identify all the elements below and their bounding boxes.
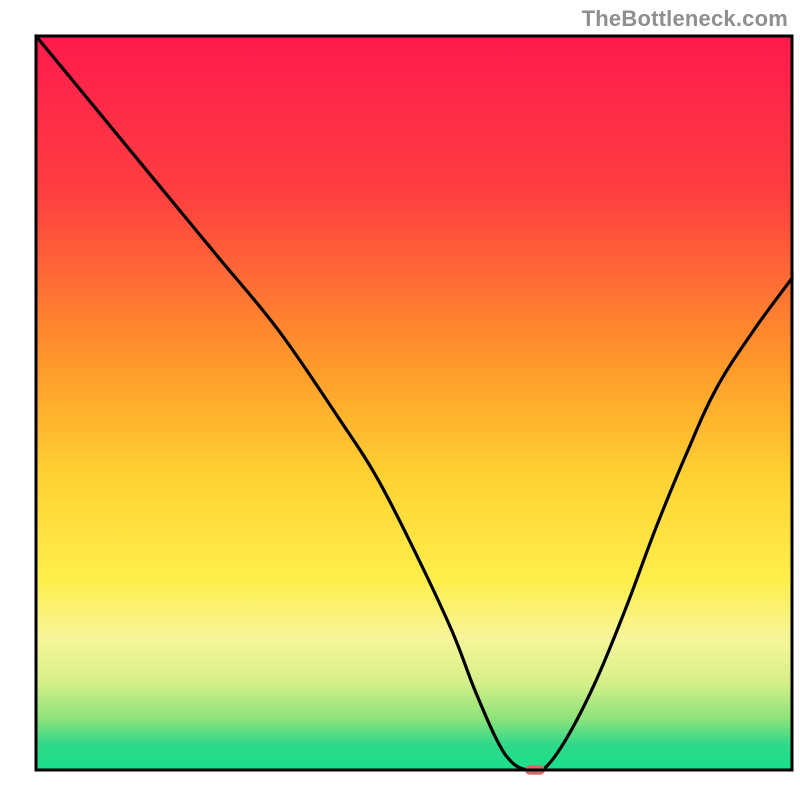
bottleneck-chart	[0, 0, 800, 800]
chart-container: TheBottleneck.com	[0, 0, 800, 800]
chart-background	[36, 36, 792, 770]
